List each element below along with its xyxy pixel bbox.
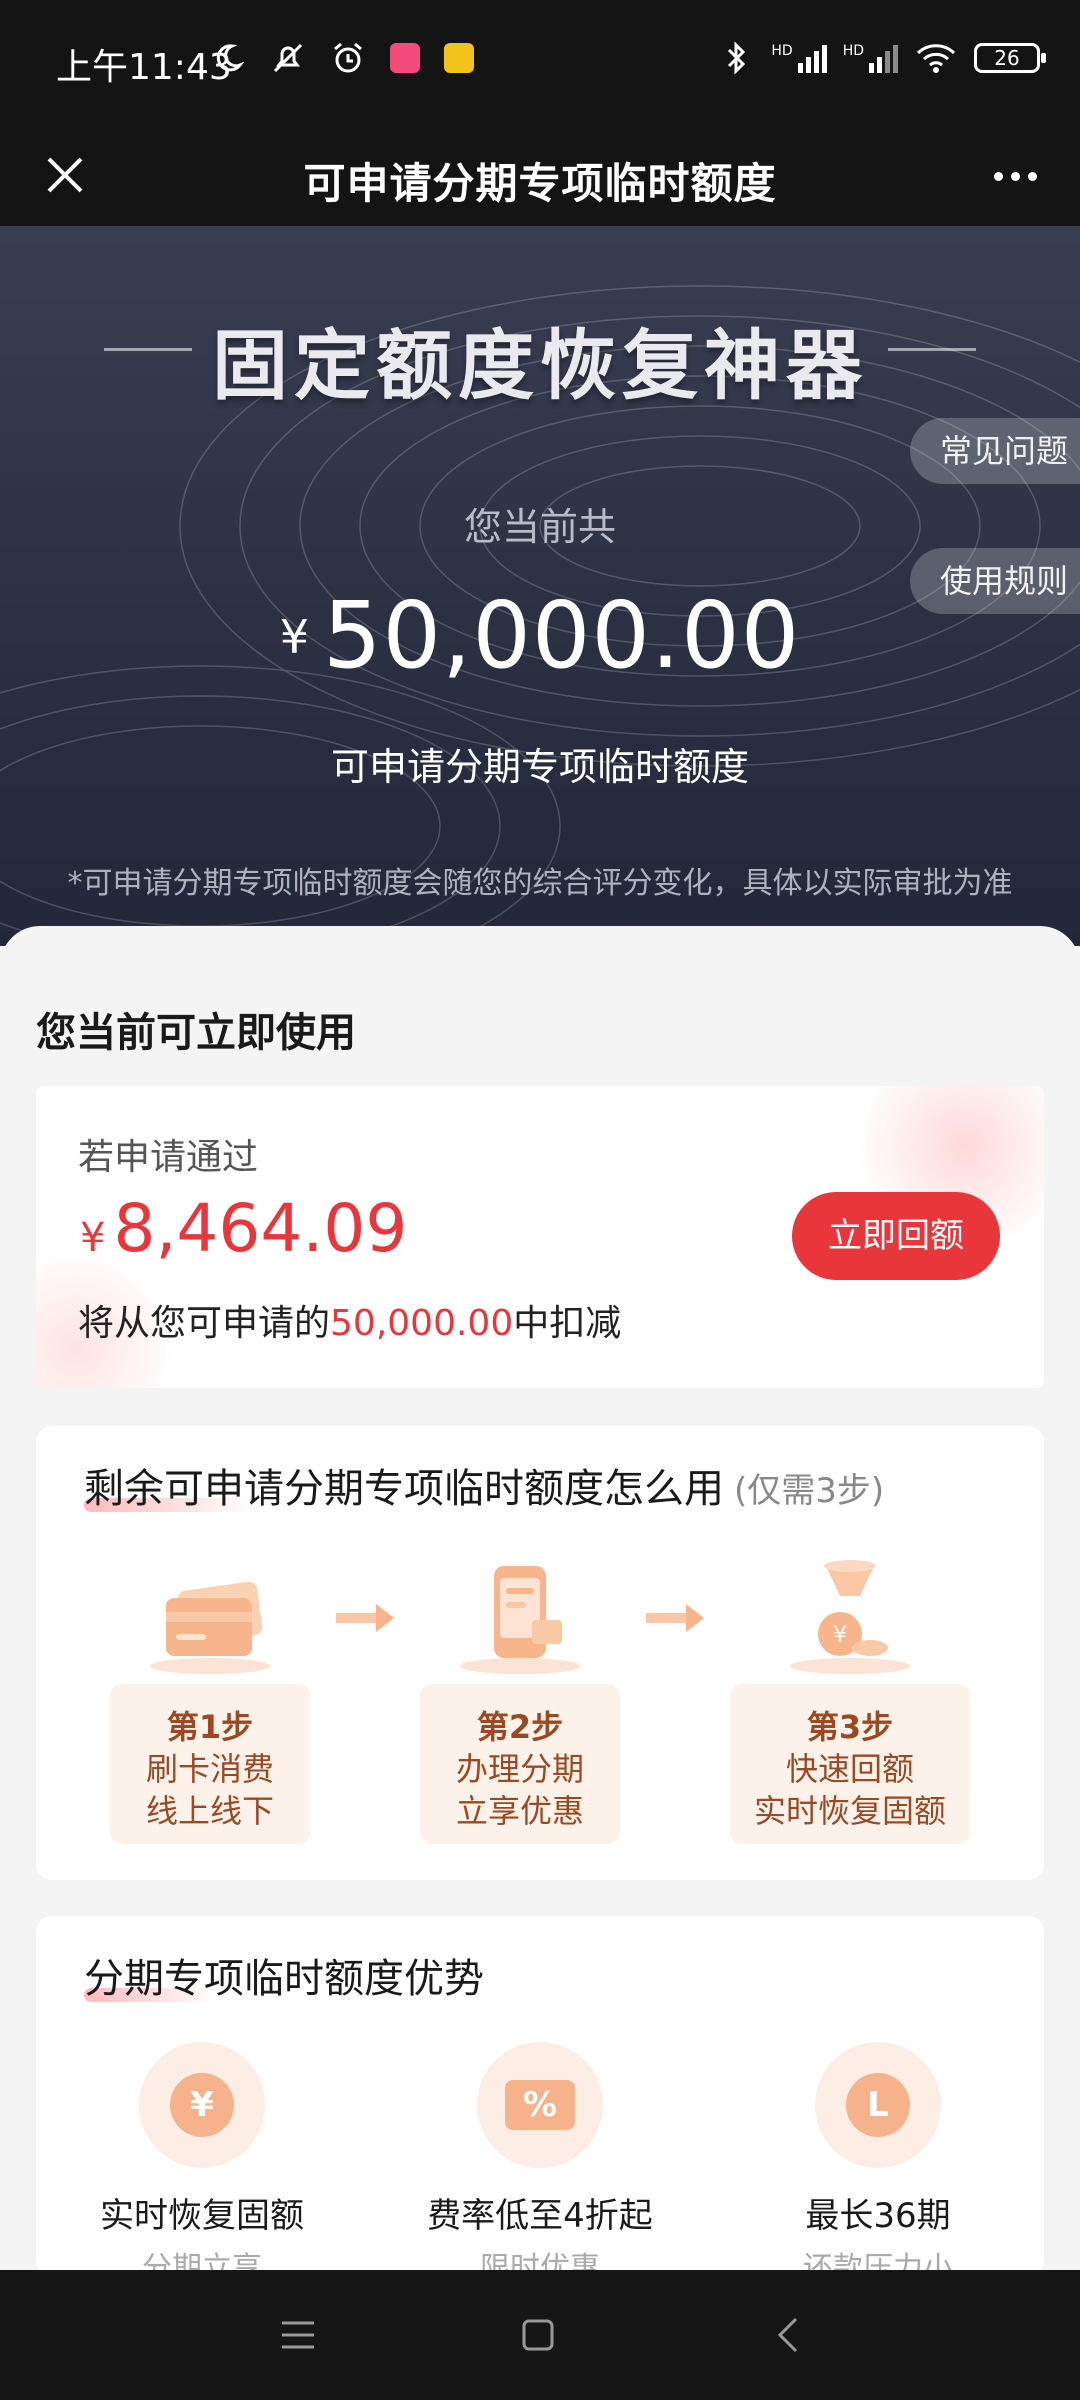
home-button[interactable] [508, 2310, 568, 2360]
hero-title: 固定额度恢复神器 [212, 321, 868, 410]
status-icons-right: HD HD 26 [719, 40, 1046, 76]
usable-amount-card: 若申请通过 ¥8,464.09 将从您可申请的50,000.00中扣减 立即回额 [36, 1086, 1044, 1388]
step-2-box: 第2步 办理分期 立享优惠 [420, 1684, 620, 1844]
more-dot-icon [993, 171, 1003, 181]
more-options-button[interactable] [980, 156, 1050, 196]
step-3-number: 第3步 [806, 1708, 894, 1746]
more-dot-icon [1027, 171, 1037, 181]
advantage-sub: 分期立享 [142, 2251, 262, 2270]
step-3-line2: 实时恢复固额 [753, 1792, 946, 1830]
step-2-line2: 立享优惠 [455, 1792, 584, 1830]
moon-icon [210, 40, 246, 76]
total-amount-value: 50,000.00 [323, 582, 801, 689]
deduction-desc-amount: 50,000.00 [330, 1303, 514, 1344]
battery-indicator: 26 [974, 43, 1046, 73]
app-notification-icon-2 [444, 43, 474, 73]
mute-bell-icon [270, 40, 306, 76]
app-notification-icon [390, 43, 420, 73]
step-1: 第1步 刷卡消费 线上线下 [110, 1558, 310, 1844]
deduction-desc-suffix: 中扣减 [513, 1303, 622, 1344]
deduction-desc: 将从您可申请的50,000.00中扣减 [78, 1294, 621, 1346]
hero-banner: 固定额度恢复神器 常见问题 使用规则 您当前共 ¥50,000.00 可申请分期… [0, 226, 1080, 946]
advantage-item-periods: L 最长36期 还款压力小 [738, 2042, 1018, 2270]
content-sheet: 您当前可立即使用 若申请通过 ¥8,464.09 将从您可申请的50,000.0… [0, 926, 1080, 2270]
how-to-title: 剩余可申请分期专项临时额度怎么用 (仅需3步) [84, 1466, 885, 1512]
usable-amount-value: 8,464.09 [113, 1190, 408, 1267]
currency-symbol: ¥ [279, 610, 310, 664]
step-1-number: 第1步 [166, 1708, 254, 1746]
advantage-title: 费率低至4折起 [427, 2196, 653, 2236]
status-icons-left [210, 40, 474, 76]
signal-icon-2: HD [843, 43, 898, 73]
clock-icon: L [815, 2042, 941, 2168]
alarm-icon [330, 40, 366, 76]
wifi-icon [914, 40, 958, 76]
arrow-right-icon [646, 1604, 704, 1632]
step-1-line1: 刷卡消费 [145, 1750, 274, 1788]
title-divider-right [888, 348, 976, 351]
status-bar: 上午11:43 HD HD 26 [0, 0, 1080, 126]
menu-button[interactable] [268, 2310, 328, 2360]
signal-icon: HD [771, 43, 827, 73]
usable-section-title: 您当前可立即使用 [36, 1010, 356, 1056]
step-1-line2: 线上线下 [145, 1792, 274, 1830]
phone-installment-icon [440, 1558, 600, 1678]
advantage-sub: 还款压力小 [803, 2251, 953, 2270]
step-3-box: 第3步 快速回额 实时恢复固额 [730, 1684, 970, 1844]
currency-symbol: ¥ [80, 1215, 106, 1261]
back-button[interactable] [758, 2310, 818, 2360]
advantages-title: 分期专项临时额度优势 [84, 1956, 484, 2002]
bluetooth-icon [719, 40, 755, 76]
how-to-card: 剩余可申请分期专项临时额度怎么用 (仅需3步) 第1步 刷卡消费 线上线下 第2… [36, 1426, 1044, 1880]
step-2-number: 第2步 [476, 1708, 564, 1746]
discount-icon: % [477, 2042, 603, 2168]
title-bar: 可申请分期专项临时额度 [0, 126, 1080, 226]
faq-button[interactable]: 常见问题 [910, 418, 1080, 484]
system-nav-bar [0, 2270, 1080, 2400]
step-3-line1: 快速回额 [785, 1750, 914, 1788]
step-2-line1: 办理分期 [455, 1750, 584, 1788]
amount-label: 可申请分期专项临时额度 [330, 745, 749, 789]
deduction-desc-prefix: 将从您可申请的 [78, 1303, 331, 1344]
menu-icon [282, 2321, 314, 2349]
step-2: 第2步 办理分期 立享优惠 [420, 1558, 620, 1844]
home-square-icon [522, 2319, 554, 2351]
more-dot-icon [1010, 171, 1020, 181]
total-amount: ¥50,000.00 [0, 582, 1080, 689]
restore-now-button[interactable]: 立即回额 [792, 1192, 1000, 1280]
arrow-right-icon [336, 1604, 394, 1632]
page-title: 可申请分期专项临时额度 [303, 159, 777, 208]
svg-text:¥: ¥ [833, 1623, 847, 1648]
status-time: 上午11:43 [56, 47, 232, 88]
total-label: 您当前共 [463, 505, 616, 549]
advantages-card: 分期专项临时额度优势 ¥ 实时恢复固额 分期立享 % 费率低至4折起 限时优惠 … [36, 1916, 1044, 2270]
advantage-item-rate: % 费率低至4折起 限时优惠 [400, 2042, 680, 2270]
coin-hourglass-icon: ¥ [770, 1558, 930, 1678]
card-swipe-icon [130, 1558, 290, 1678]
advantage-item-realtime: ¥ 实时恢复固额 分期立享 [62, 2042, 342, 2270]
usable-amount: ¥8,464.09 [80, 1190, 407, 1267]
yen-icon: ¥ [139, 2042, 265, 2168]
advantage-title: 最长36期 [805, 2196, 951, 2236]
step-3: ¥ 第3步 快速回额 实时恢复固额 [730, 1558, 970, 1844]
advantage-sub: 限时优惠 [480, 2251, 600, 2270]
if-approved-label: 若申请通过 [78, 1137, 259, 1178]
advantage-title: 实时恢复固额 [100, 2196, 304, 2236]
step-1-box: 第1步 刷卡消费 线上线下 [110, 1684, 310, 1844]
back-chevron-icon [777, 2317, 798, 2353]
disclaimer-note: *可申请分期专项临时额度会随您的综合评分变化，具体以实际审批为准 [67, 866, 1013, 901]
